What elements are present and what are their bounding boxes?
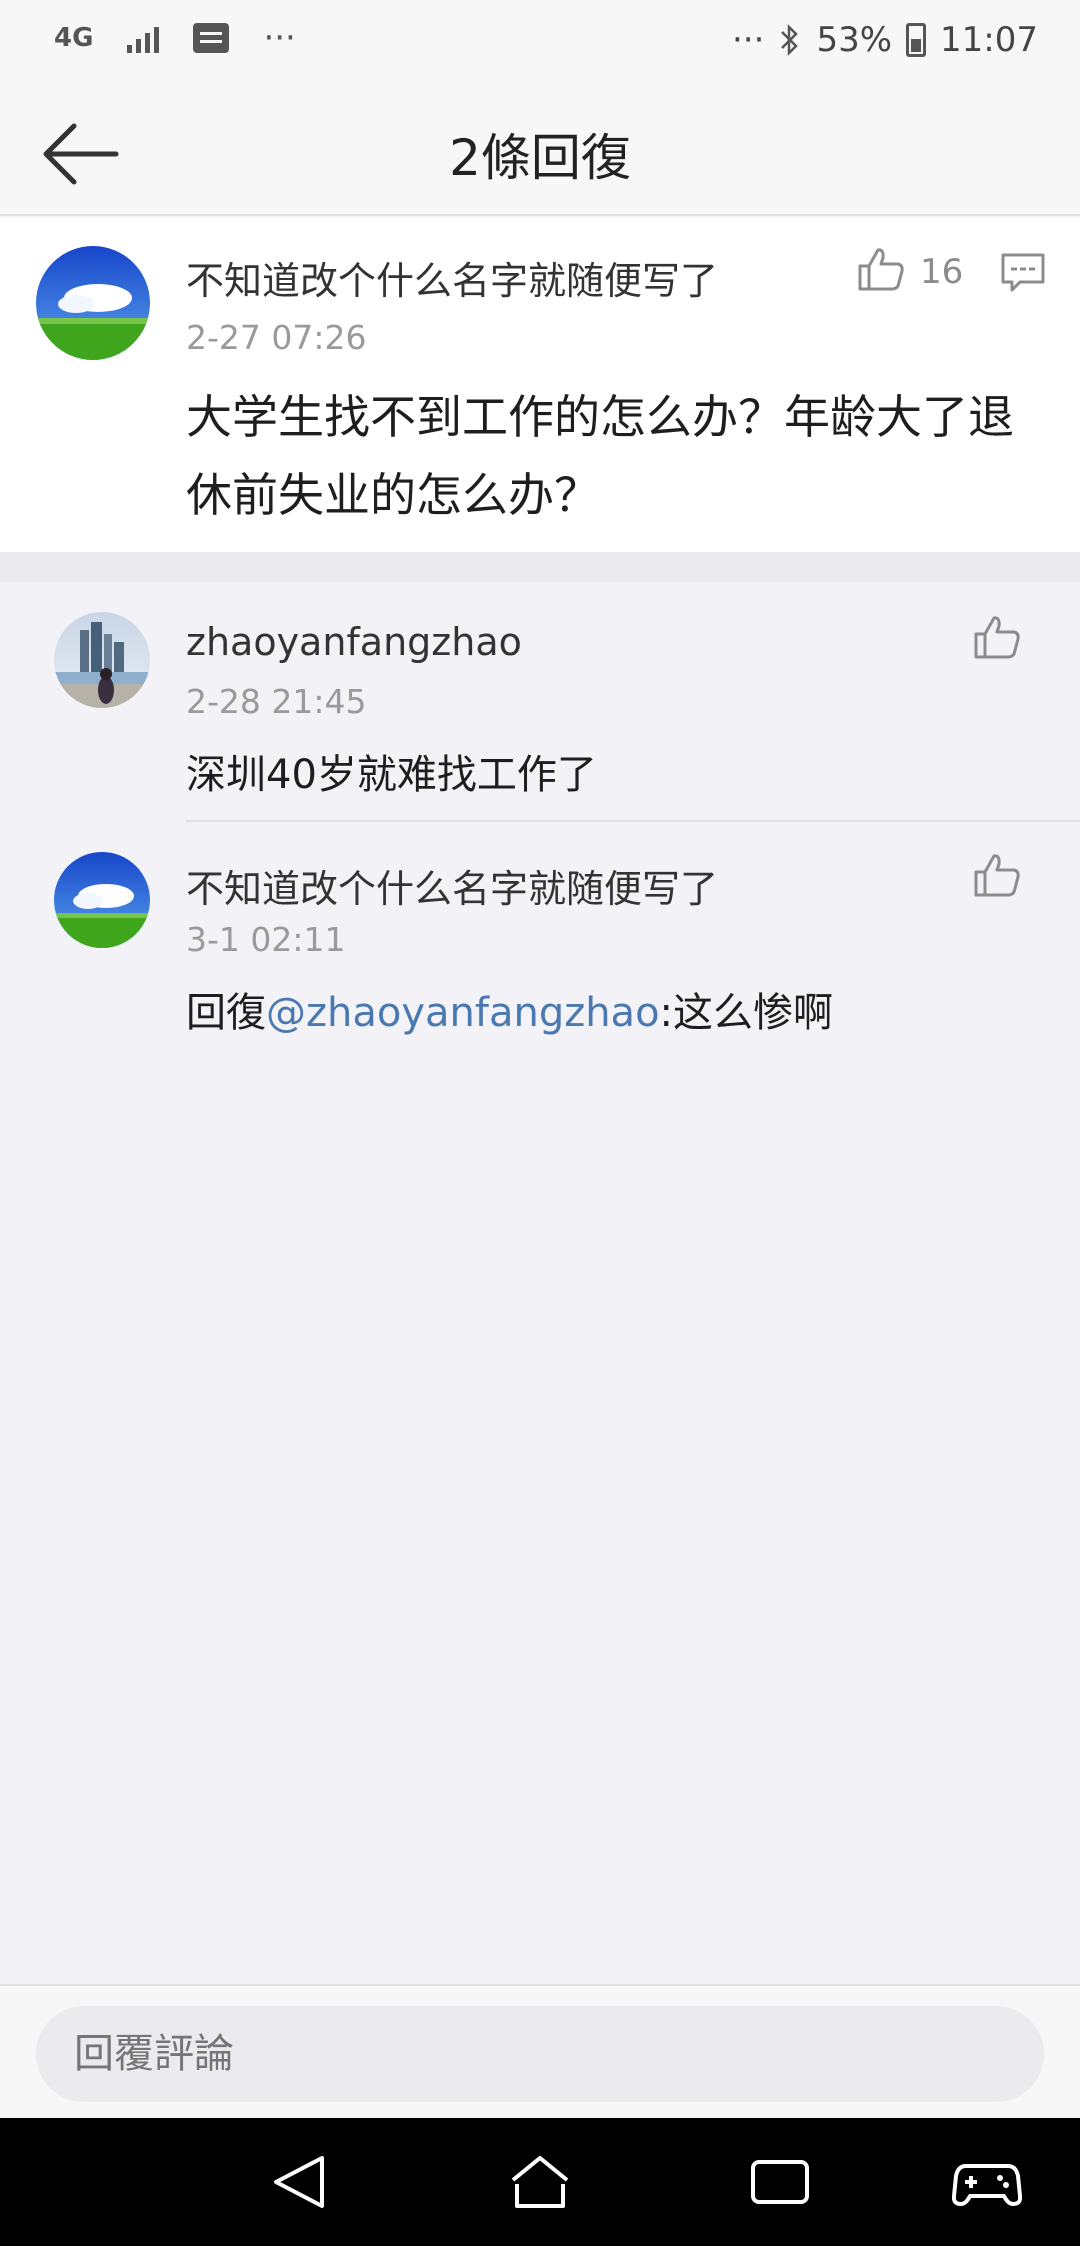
- divider: [186, 820, 1080, 822]
- battery-icon: [906, 23, 927, 57]
- like-count: 16: [920, 252, 964, 292]
- battery-percent: 53%: [816, 20, 893, 60]
- reply-text: 回復@zhaoyanfangzhao:这么惨啊: [186, 980, 833, 1038]
- avatar[interactable]: [54, 612, 150, 708]
- thumbs-up-icon[interactable]: [972, 852, 1022, 898]
- reply-text: 深圳40岁就难找工作了: [186, 752, 597, 798]
- more-notifications-indicator: ···: [263, 18, 296, 58]
- avatar[interactable]: [54, 852, 150, 948]
- clock: 11:07: [940, 20, 1038, 60]
- network-indicator: 4G: [54, 23, 94, 53]
- reply-bar: [0, 1984, 1080, 2118]
- system-navigation-bar: [0, 2118, 1080, 2246]
- comment-text: 大学生找不到工作的怎么办？年龄大了退休前失业的怎么办？: [186, 390, 1014, 522]
- page-title: 2條回復: [449, 129, 631, 187]
- triangle-back-icon[interactable]: [264, 2150, 334, 2214]
- reply-author[interactable]: 不知道改个什么名字就随便写了: [186, 858, 718, 913]
- comment-author[interactable]: 不知道改个什么名字就随便写了: [186, 250, 718, 305]
- thumbs-up-icon[interactable]: [856, 246, 906, 292]
- thumbs-up-icon[interactable]: [972, 614, 1022, 660]
- avatar[interactable]: [36, 246, 150, 360]
- reply-author[interactable]: zhaoyanfangzhao: [186, 620, 522, 664]
- bluetooth-icon: [781, 23, 799, 57]
- message-notification-icon: [193, 23, 230, 53]
- main-comment: 不知道改个什么名字就随便写了 2-27 07:26 大学生找不到工作的怎么办？年…: [0, 218, 1080, 552]
- reply-prefix: 回復: [186, 990, 266, 1036]
- comment-bubble-icon[interactable]: [1000, 252, 1046, 294]
- more-status-indicator: ···: [732, 20, 765, 60]
- reply-input[interactable]: [36, 2006, 1044, 2102]
- home-icon[interactable]: [505, 2150, 575, 2214]
- reply-time: 2-28 21:45: [186, 682, 367, 721]
- recent-apps-icon[interactable]: [745, 2150, 815, 2214]
- status-bar: 4G ··· ··· 53% 11:07: [0, 0, 1080, 92]
- signal-icon: [127, 23, 160, 53]
- header: 2條回復: [0, 92, 1080, 216]
- comment-time: 2-27 07:26: [186, 318, 367, 357]
- gamepad-icon[interactable]: [952, 2150, 1022, 2214]
- reply-time: 3-1 02:11: [186, 920, 346, 959]
- reply-body: :这么惨啊: [659, 990, 834, 1036]
- section-divider: [0, 552, 1080, 582]
- mention-link[interactable]: @zhaoyanfangzhao: [266, 990, 660, 1036]
